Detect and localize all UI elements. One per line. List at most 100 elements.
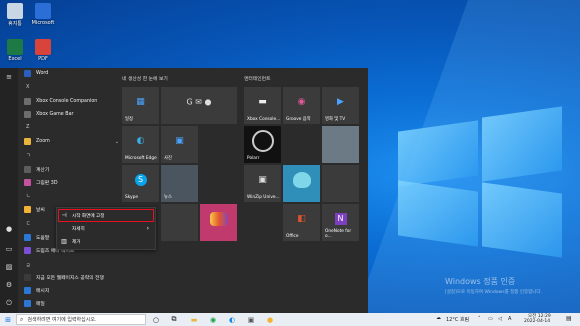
trash-icon: ▥ — [61, 238, 67, 245]
tile-groove[interactable]: ◉ Groove 음악 — [283, 87, 320, 124]
start-rail: ≡ ● ▭ ▨ ⚙ ⏻ — [0, 68, 18, 313]
edge-taskbar-icon[interactable]: ◐ — [226, 314, 238, 325]
pin-to-start-menu-item[interactable]: ⊣ 시작 화면에 고정 — [58, 209, 154, 222]
desktop-icon-microsoft[interactable]: Microsoft — [30, 3, 56, 26]
chrome-icon[interactable]: ◉ — [207, 314, 219, 325]
tile-group-title-productivity[interactable]: 네 생산성 한 눈에 보기 — [122, 75, 168, 82]
chevron-down-icon: ⌄ — [114, 138, 119, 145]
app-xbox-game-bar[interactable]: Xbox Game Bar — [24, 109, 74, 120]
weather-taskbar-icon[interactable]: ● — [264, 314, 276, 325]
store-icon[interactable]: ▣ — [245, 314, 257, 325]
app-label: 계산기 — [36, 168, 50, 173]
more-menu-item[interactable]: 자세히 › — [59, 223, 153, 234]
volume-icon[interactable]: ◁ — [498, 316, 502, 322]
app-messages[interactable]: 메시지 — [24, 285, 49, 296]
windows-start-icon[interactable]: ⊞ — [2, 314, 14, 325]
tile-label: Xbox Console... — [247, 117, 281, 122]
uninstall-menu-item[interactable]: ▥ 제거 — [59, 236, 153, 247]
app-label: Zoom — [36, 139, 50, 144]
hamburger-menu-icon[interactable]: ≡ — [4, 72, 14, 82]
tile-onenote[interactable]: N OneNote for o... — [322, 204, 359, 241]
desktop-icon-excel[interactable]: Excel — [2, 39, 28, 62]
desktop-icon-pdf[interactable]: PDF — [30, 39, 56, 62]
polarr-ring-icon — [251, 129, 274, 152]
tile-edge[interactable]: ◐ Microsoft Edge — [122, 126, 159, 163]
app-mail[interactable]: 메일 — [24, 298, 45, 309]
onenote-icon: N — [334, 212, 347, 225]
taskbar: ⊞ ⌕ 검색하려면 여기에 입력하십시오. ○ ⧉ ▬ ◉ ◐ ▣ ● ☁ 12… — [0, 313, 580, 326]
tile-movies-tv[interactable]: ▶ 영화 및 TV — [322, 87, 359, 124]
tile-xbox-console[interactable]: ▬ Xbox Console... — [244, 87, 281, 124]
tile-label: 일정 — [125, 117, 133, 122]
pin-icon: ⊣ — [61, 212, 67, 219]
section-letter[interactable]: X — [26, 84, 29, 90]
tile-blank-2[interactable] — [322, 165, 359, 202]
tile-label: 뉴스 — [164, 195, 172, 200]
app-zoom-folder[interactable]: Zoom ⌄ — [24, 136, 119, 147]
weather-cloud-icon[interactable]: ☁ — [436, 315, 441, 321]
windows-logo-pane — [482, 182, 562, 258]
app-help[interactable]: 도움말 — [24, 232, 49, 243]
section-letter[interactable]: ㄷ — [26, 220, 31, 227]
tile-skype[interactable]: S Skype — [122, 165, 159, 202]
file-explorer-icon[interactable]: ▬ — [188, 314, 200, 325]
weather-icon — [24, 206, 31, 213]
settings-gear-icon[interactable]: ⚙ — [4, 280, 14, 290]
tile-mail-group[interactable]: G ✉ ● — [161, 87, 237, 124]
app-calculator[interactable]: 계산기 — [24, 164, 49, 175]
winzip-icon: ▣ — [258, 174, 267, 185]
section-letter[interactable]: ㄱ — [26, 152, 31, 159]
desktop-icon-recycle-bin[interactable]: 휴지통 — [2, 3, 28, 27]
app-word[interactable]: Word — [24, 68, 48, 79]
desktop-icon-label: PDF — [38, 56, 48, 62]
tile-label: Skype — [125, 195, 138, 200]
tile-game-dragon[interactable] — [283, 165, 320, 202]
pictures-icon[interactable]: ▨ — [4, 262, 14, 272]
app-game[interactable]: 지금 모든 웹페이지스 공략의 전쟁 — [24, 272, 104, 283]
task-view-icon[interactable]: ⧉ — [168, 314, 180, 325]
start-menu: ≡ ● ▭ ▨ ⚙ ⏻ Word X Xbox Console Companio… — [0, 68, 368, 313]
power-icon[interactable]: ⏻ — [4, 298, 14, 308]
app-label: 지금 모든 웹페이지스 공략의 전쟁 — [36, 276, 104, 281]
app-label: 메시지 — [36, 289, 50, 294]
office-icon: ◧ — [297, 213, 306, 224]
calculator-icon — [24, 166, 31, 173]
tray-chevron-up-icon[interactable]: ˄ — [478, 316, 481, 322]
tile-calendar[interactable]: ▦ 일정 — [122, 87, 159, 124]
calendar-icon: ▦ — [136, 96, 145, 107]
movies-tv-icon: ▶ — [337, 96, 344, 107]
notification-icon[interactable]: ▤ — [566, 315, 572, 322]
weather-text[interactable]: 12°C 흐림 — [446, 316, 469, 323]
candy-icon — [209, 211, 228, 226]
tile-photos[interactable]: ▣ 사진 — [161, 126, 198, 163]
app-label: 도움말 — [36, 236, 50, 241]
tile-winzip[interactable]: ▣ WinZip Unive... — [244, 165, 281, 202]
tile-group-title-entertainment[interactable]: 엔터테인먼트 — [244, 75, 270, 82]
network-icon[interactable]: ▭ — [488, 316, 493, 322]
tile-photo-live[interactable] — [322, 126, 359, 163]
tile-candy-crush[interactable] — [200, 204, 237, 241]
app-paint-3d[interactable]: 그림판 3D — [24, 177, 58, 188]
user-avatar-icon[interactable]: ● — [4, 224, 14, 234]
tile-label: Polarr — [247, 156, 260, 161]
app-xbox-console-companion[interactable]: Xbox Console Companion — [24, 96, 97, 107]
xbox-icon — [24, 98, 31, 105]
app-weather[interactable]: 날씨 — [24, 204, 45, 215]
tile-blank[interactable] — [161, 204, 198, 241]
section-letter[interactable]: ㄹ — [26, 262, 31, 269]
documents-icon[interactable]: ▭ — [4, 244, 14, 254]
ime-icon[interactable]: A — [508, 316, 511, 322]
mail-icon — [24, 300, 31, 307]
section-letter[interactable]: Z — [26, 124, 29, 130]
tile-polarr[interactable]: Polarr — [244, 126, 281, 163]
section-letter[interactable]: ㄴ — [26, 192, 31, 199]
tile-label: 영화 및 TV — [325, 117, 346, 122]
tile-office[interactable]: ◧ Office — [283, 204, 320, 241]
tile-news[interactable]: 뉴스 — [161, 165, 198, 202]
cortana-icon[interactable]: ○ — [150, 314, 162, 325]
clock-date[interactable]: 2022-04-14 — [524, 319, 550, 324]
search-placeholder: 검색하려면 여기에 입력하십시오. — [27, 317, 97, 323]
search-box[interactable]: ⌕ 검색하려면 여기에 입력하십시오. — [16, 314, 146, 325]
tile-label: WinZip Unive... — [247, 195, 280, 200]
photos-icon: ▣ — [175, 135, 184, 146]
